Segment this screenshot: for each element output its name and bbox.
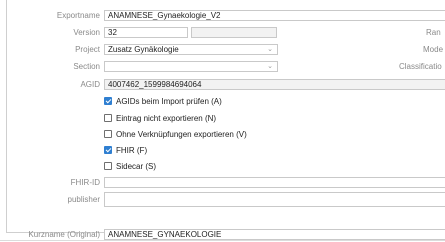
version-label: Version <box>73 28 100 37</box>
checkbox-label: FHIR (F) <box>116 145 148 155</box>
fhir-id-label: FHIR-ID <box>70 178 100 187</box>
chevron-down-icon: ⌄ <box>267 46 273 53</box>
exportname-label: Exportname <box>56 11 100 20</box>
checkbox-no-links[interactable]: Ohne Verknüpfungen exportieren (V) <box>104 129 247 139</box>
agid-field: 4007462_1599984694064 <box>104 79 445 90</box>
mode-label: Mode <box>423 45 444 54</box>
exportname-input[interactable]: ANAMNESE_Gynaekologie_V2 <box>104 10 445 21</box>
publisher-label: publisher <box>67 195 100 204</box>
kurzname-input[interactable]: ANAMNESE_GYNAEKOLOGIE <box>104 229 445 240</box>
agid-label: AGID <box>80 80 100 89</box>
fhir-id-input[interactable] <box>104 177 445 188</box>
project-select-value: Zusatz Gynäkologie <box>108 45 179 54</box>
checkbox-sidecar[interactable]: Sidecar (S) <box>104 161 156 171</box>
chevron-down-icon: ⌄ <box>267 63 273 70</box>
checkbox-label: Ohne Verknüpfungen exportieren (V) <box>116 129 247 139</box>
version-secondary-field <box>191 27 277 38</box>
section-select[interactable]: ⌄ <box>104 61 278 72</box>
version-input[interactable]: 32 <box>104 27 188 38</box>
checkbox-label: AGIDs beim Import prüfen (A) <box>116 96 222 106</box>
checkbox-fhir[interactable]: FHIR (F) <box>104 145 147 155</box>
checkmark-icon[interactable] <box>104 146 112 154</box>
checkbox-box[interactable] <box>104 162 112 170</box>
checkbox-label: Sidecar (S) <box>116 161 157 171</box>
project-select[interactable]: Zusatz Gynäkologie ⌄ <box>104 44 278 55</box>
divider <box>0 240 445 241</box>
section-label: Section <box>73 62 100 71</box>
checkbox-agid-import[interactable]: AGIDs beim Import prüfen (A) <box>104 96 222 106</box>
checkbox-no-export[interactable]: Eintrag nicht exportieren (N) <box>104 113 216 123</box>
publisher-input[interactable] <box>104 192 445 207</box>
checkbox-box[interactable] <box>104 130 112 138</box>
ran-label: Ran <box>426 28 441 37</box>
checkmark-icon[interactable] <box>104 97 112 105</box>
project-label: Project <box>75 45 100 54</box>
checkbox-label: Eintrag nicht exportieren (N) <box>116 113 217 123</box>
checkbox-box[interactable] <box>104 114 112 122</box>
kurzname-label: Kurzname (Original) <box>28 230 100 239</box>
classification-label: Classificatio <box>399 62 442 71</box>
